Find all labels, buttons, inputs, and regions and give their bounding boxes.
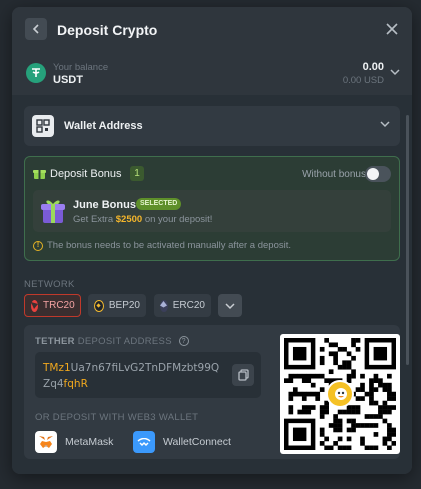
metamask-button[interactable]: MetaMask — [35, 431, 113, 453]
without-bonus-toggle[interactable] — [365, 166, 391, 182]
bonus-count-badge: 1 — [130, 166, 144, 181]
network-option-bep20[interactable]: BEP20 — [88, 294, 146, 317]
balance-currency: USDT — [53, 74, 83, 86]
deposit-address-text: TMz1Ua7n67fiLvG2TnDFMzbt99QZq4fqhR — [43, 362, 220, 390]
more-networks-button[interactable] — [218, 294, 242, 317]
metamask-icon — [35, 431, 57, 453]
close-icon — [386, 23, 398, 35]
back-button[interactable] — [25, 18, 47, 40]
duck-logo-icon — [326, 380, 354, 408]
walletconnect-button[interactable]: WalletConnect — [133, 431, 231, 453]
copy-icon — [237, 369, 249, 381]
chevron-down-icon — [390, 69, 400, 76]
selected-badge: SELECTED — [136, 198, 182, 210]
chevron-down-icon — [380, 121, 390, 128]
network-option-erc20[interactable]: ERC20 — [154, 294, 211, 317]
balance-amount: 0.00 — [362, 61, 384, 73]
bnb-icon — [94, 299, 104, 312]
wallet-address-label: Wallet Address — [64, 120, 143, 132]
modal-title: Deposit Crypto — [57, 22, 158, 38]
web3-wallet-label: OR DEPOSIT WITH WEB3 WALLET — [35, 412, 199, 423]
balance-label: Your balance — [53, 62, 109, 73]
bonus-note: ! The bonus needs to be activated manual… — [33, 240, 291, 251]
deposit-qr-code — [280, 334, 400, 454]
modal-header: Deposit Crypto — [12, 7, 412, 53]
warning-icon: ! — [33, 240, 43, 251]
close-button[interactable] — [384, 21, 400, 37]
tether-icon — [26, 63, 46, 83]
wallet-address-dropdown[interactable]: Wallet Address — [24, 106, 400, 146]
deposit-modal: Deposit Crypto Your balance USDT 0.00 0.… — [12, 7, 412, 474]
chevron-down-icon — [225, 302, 235, 309]
balance-usd: 0.00 USD — [342, 75, 384, 86]
ethereum-icon — [160, 299, 168, 312]
deposit-address-panel: TETHER DEPOSIT ADDRESS ? TMz1Ua7n67fiLvG… — [24, 325, 400, 459]
help-icon[interactable]: ? — [178, 336, 189, 347]
bonus-option-title: June Bonus — [73, 199, 136, 211]
deposit-bonus-panel: Deposit Bonus 1 Without bonus June Bonus… — [24, 156, 400, 261]
without-bonus-label: Without bonus — [302, 169, 366, 180]
chevron-left-icon — [32, 24, 39, 34]
toggle-knob — [367, 168, 379, 180]
scrollbar[interactable] — [406, 115, 409, 365]
gift-icon — [33, 170, 46, 179]
deposit-content: Wallet Address Deposit Bonus 1 Without b… — [12, 95, 412, 474]
deposit-address-label: TETHER DEPOSIT ADDRESS ? — [35, 336, 189, 347]
bonus-option-card[interactable]: June Bonus SELECTED Get Extra $2500 on y… — [33, 190, 391, 232]
bonus-amount: $2500 — [115, 214, 143, 225]
deposit-bonus-title: Deposit Bonus — [50, 168, 122, 180]
tron-icon — [31, 299, 38, 312]
qr-code-icon — [32, 115, 54, 137]
network-option-trc20[interactable]: TRC20 — [24, 294, 81, 317]
balance-selector[interactable]: Your balance USDT 0.00 0.00 USD — [12, 57, 412, 95]
deposit-address-field[interactable]: TMz1Ua7n67fiLvG2TnDFMzbt99QZq4fqhR — [35, 352, 261, 398]
copy-address-button[interactable] — [232, 364, 254, 386]
network-label: NETWORK — [24, 279, 75, 290]
walletconnect-icon — [133, 431, 155, 453]
bonus-option-description: Get Extra $2500 on your deposit! — [73, 214, 213, 225]
gift-box-icon — [41, 200, 65, 223]
